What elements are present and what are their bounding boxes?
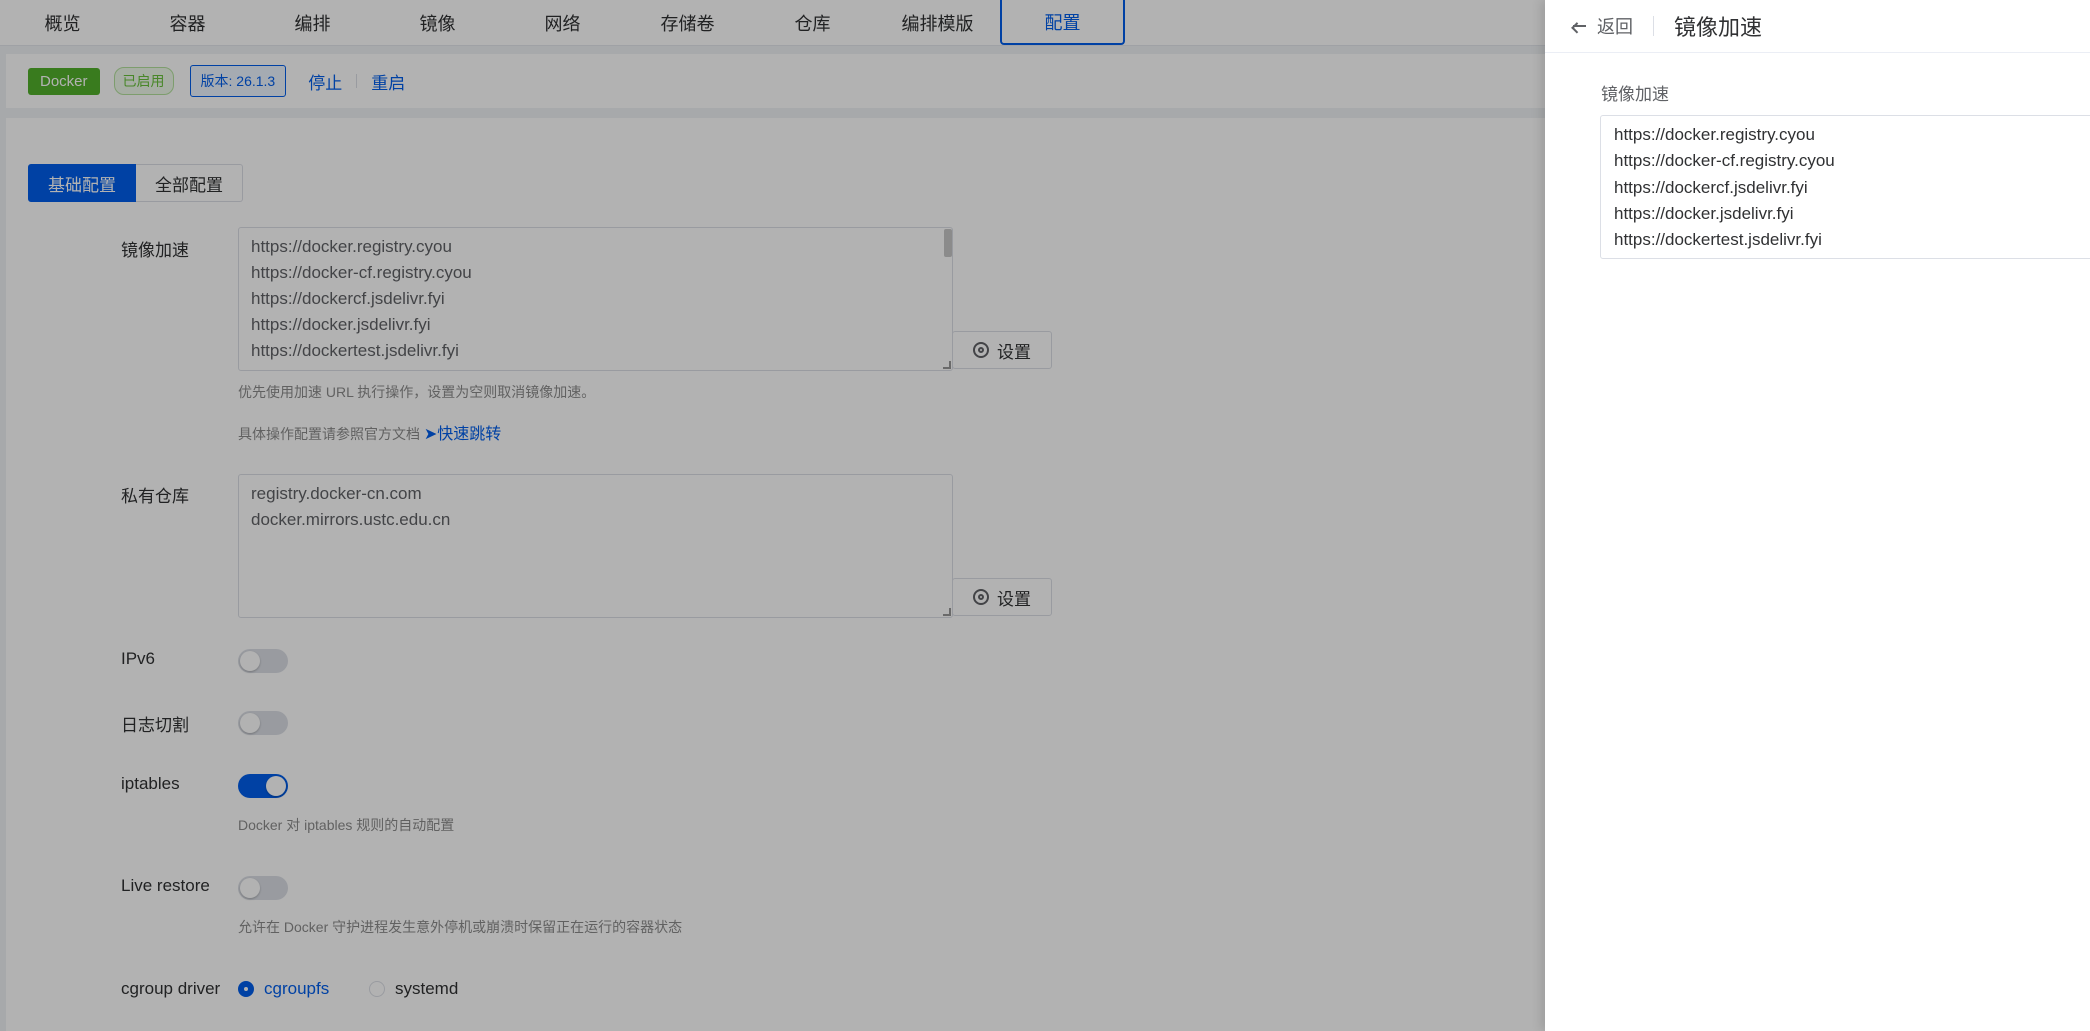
drawer-field-label: 镜像加速 (1601, 85, 1669, 104)
drawer-title: 镜像加速 (1674, 15, 1763, 40)
mirror-line: https://dockercf.jsdelivr.fyi (1614, 177, 1808, 197)
back-arrow-icon[interactable] (1571, 18, 1587, 34)
mirror-line: https://dockertest.jsdelivr.fyi (1614, 230, 1822, 250)
drawer-mirror-textarea[interactable]: https://docker.registry.cyou https://doc… (1600, 115, 2090, 259)
modal-overlay[interactable] (0, 0, 1545, 1031)
mirror-line: https://docker.jsdelivr.fyi (1614, 203, 1794, 223)
mirror-line: https://docker.registry.cyou (1614, 125, 1815, 144)
divider (1653, 16, 1654, 36)
back-button[interactable]: 返回 (1597, 13, 1633, 39)
drawer-header: 返回 镜像加速 (1545, 0, 2090, 53)
mirror-line: https://docker-cf.registry.cyou (1614, 151, 1835, 171)
mirror-drawer: 返回 镜像加速 镜像加速 https://docker.registry.cyo… (1545, 0, 2090, 1031)
